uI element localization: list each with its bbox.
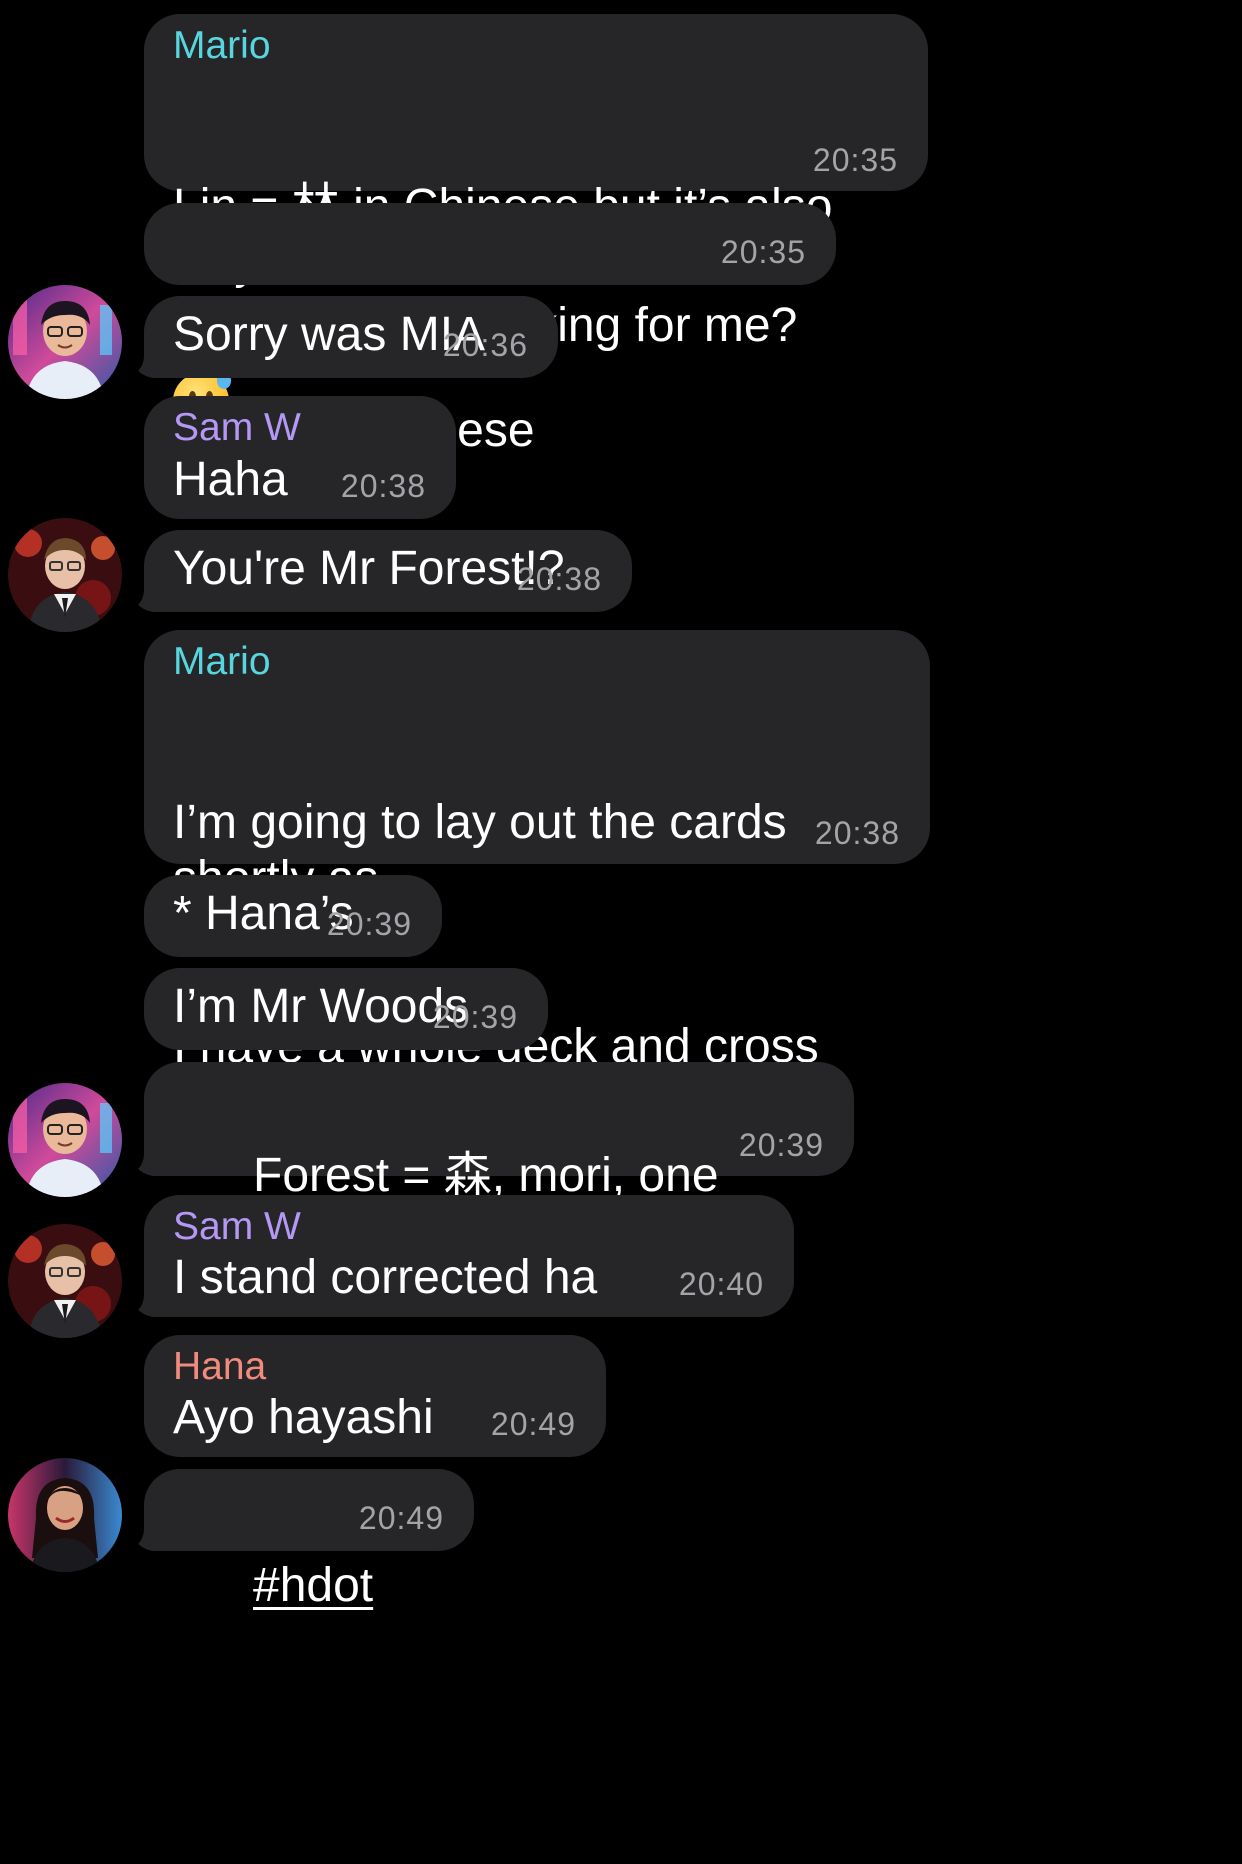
message-bubble[interactable]: Forest = 森, mori, one extra tree 20:39 [130, 1062, 854, 1278]
message-bubble[interactable]: Hana Ayo hayashi 20:49 [144, 1335, 606, 1457]
timestamp: 20:35 [812, 142, 898, 178]
timestamp: 20:38 [340, 468, 426, 504]
message-bubble[interactable]: Mario I’m going to lay out the cards sho… [144, 630, 930, 1241]
sender-name[interactable]: Mario [173, 639, 900, 685]
timestamp: 20:39 [432, 999, 518, 1035]
message-bubble[interactable]: Sam W I stand corrected ha 20:40 [130, 1195, 794, 1317]
sam-avatar-image [8, 1224, 122, 1338]
timestamp: 20:39 [326, 906, 412, 942]
message-bubble[interactable]: Sam W Haha 20:38 [144, 396, 456, 519]
sender-name[interactable]: Mario [173, 23, 898, 69]
mario-avatar[interactable] [8, 285, 122, 399]
message-bubble[interactable]: So you’re looking for me? 20:35 [144, 203, 836, 429]
sender-name[interactable]: Hana [173, 1344, 576, 1390]
bubble-tail [130, 586, 158, 612]
message-bubble[interactable]: Mario Lin = 林 in Chinese but it’s also H… [144, 14, 928, 457]
timestamp: 20:39 [738, 1127, 824, 1163]
sender-name[interactable]: Sam W [173, 1204, 764, 1250]
message-bubble[interactable]: #hdot 20:49 [130, 1469, 474, 1612]
sam-avatar[interactable] [8, 1224, 122, 1338]
message-text: I stand corrected ha [173, 1251, 598, 1304]
bubble-tail [130, 1525, 158, 1551]
hana-avatar[interactable] [8, 1458, 122, 1572]
sender-name[interactable]: Sam W [173, 405, 426, 451]
bubble-tail [130, 352, 158, 378]
timestamp: 20:38 [516, 561, 602, 597]
chat-history[interactable]: Mario Lin = 林 in Chinese but it’s also H… [0, 0, 1242, 1864]
timestamp: 20:49 [358, 1500, 444, 1536]
message-bubble[interactable]: You're Mr Forest!? 20:38 [130, 530, 632, 612]
timestamp: 20:35 [720, 234, 806, 270]
mario-avatar-image [8, 285, 122, 399]
sam-avatar[interactable] [8, 518, 122, 632]
message-bubble[interactable]: * Hana’s 20:39 [144, 875, 442, 957]
bubble-tail [130, 1150, 158, 1176]
timestamp: 20:40 [678, 1266, 764, 1302]
timestamp: 20:36 [442, 327, 528, 363]
mario-avatar-image [8, 1083, 122, 1197]
sam-avatar-image [8, 518, 122, 632]
timestamp: 20:38 [814, 815, 900, 851]
bubble-tail [130, 1291, 158, 1317]
hana-avatar-image [8, 1458, 122, 1572]
message-bubble[interactable]: Sorry was MIA 20:36 [130, 296, 558, 378]
hashtag-link[interactable]: #hdot [253, 1559, 373, 1612]
message-bubble[interactable]: I’m Mr Woods 20:39 [144, 968, 548, 1050]
mario-avatar[interactable] [8, 1083, 122, 1197]
timestamp: 20:49 [490, 1406, 576, 1442]
